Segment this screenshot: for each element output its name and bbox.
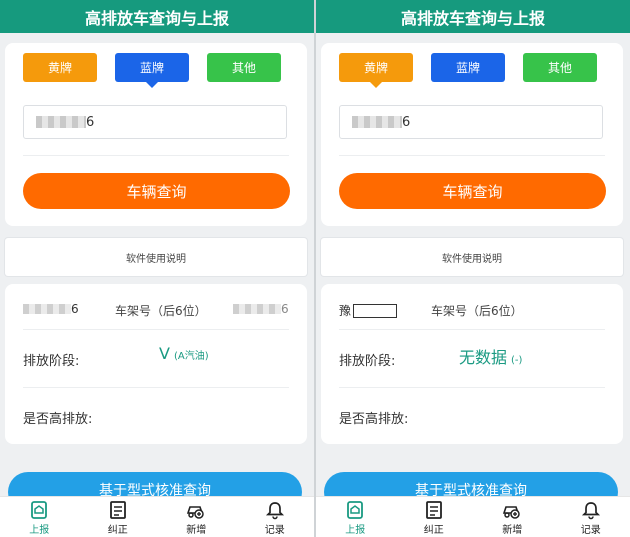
stage-sub: (-) [511, 355, 523, 366]
divider [23, 329, 289, 330]
bell-icon [581, 502, 600, 520]
report-icon [347, 501, 364, 519]
redacted-text [36, 116, 86, 128]
query-card: 黄牌 蓝牌 其他 6 车辆查询 [5, 43, 307, 226]
tab-bar: 上报 纠正 新增 记录 [0, 496, 314, 537]
correct-icon [425, 501, 442, 519]
correct-icon [109, 501, 126, 519]
vin-value: 6 [233, 302, 289, 316]
tab-label: 上报 [29, 525, 50, 536]
tab-label: 记录 [580, 525, 601, 536]
tab-correct[interactable]: 纠正 [88, 497, 148, 536]
plate-input-suffix: 6 [86, 114, 95, 130]
stage-sub: (A汽油) [173, 351, 209, 362]
tab-label: 记录 [264, 525, 285, 536]
vehicle-query-button[interactable]: 车辆查询 [23, 173, 290, 209]
blue-plate-button[interactable]: 蓝牌 [115, 53, 189, 88]
emission-stage-value: V (A汽油) [159, 344, 209, 363]
tab-records[interactable]: 记录 [245, 497, 305, 536]
emission-stage-value: 无数据 (-) [459, 344, 522, 368]
divider [339, 329, 605, 330]
add-vehicle-icon [503, 506, 520, 519]
page-title: 高排放车查询与上报 [0, 0, 314, 33]
divider [23, 387, 289, 388]
high-emission-row: 是否高排放: [23, 402, 289, 432]
result-plate-prefix: 豫 [339, 304, 352, 318]
yellow-plate-button[interactable]: 黄牌 [23, 53, 97, 82]
screen-right: 高排放车查询与上报 黄牌 蓝牌 其他 6 车辆查询 软件使用说明 豫 车架号（后… [316, 0, 630, 537]
divider [339, 387, 605, 388]
tab-label: 纠正 [423, 525, 444, 536]
result-plate: 6 [23, 302, 79, 316]
result-plate-suffix: 6 [71, 302, 79, 316]
tab-correct[interactable]: 纠正 [404, 497, 464, 536]
stage-main: V [159, 344, 170, 363]
emission-stage-row: 排放阶段: V (A汽油) [23, 344, 289, 374]
other-plate-button[interactable]: 其他 [207, 53, 281, 82]
help-link[interactable]: 软件使用说明 [5, 238, 307, 276]
vehicle-query-button[interactable]: 车辆查询 [339, 173, 606, 209]
query-card: 黄牌 蓝牌 其他 6 车辆查询 [321, 43, 623, 226]
vin-label: 车架号（后6位） [115, 304, 207, 318]
help-link[interactable]: 软件使用说明 [321, 238, 623, 276]
high-emission-label: 是否高排放: [23, 411, 93, 427]
tab-add[interactable]: 新增 [166, 497, 226, 536]
result-card: 6 车架号（后6位） 6 排放阶段: V (A汽油) 是否高排放: [5, 284, 307, 444]
tab-report[interactable]: 上报 [325, 497, 385, 536]
report-icon [31, 501, 48, 519]
tab-label: 纠正 [107, 525, 128, 536]
high-emission-label: 是否高排放: [339, 411, 409, 427]
redacted-text [23, 304, 71, 314]
screen-left: 高排放车查询与上报 黄牌 蓝牌 其他 6 车辆查询 软件使用说明 6 车架号（后… [0, 0, 314, 537]
bell-icon [265, 502, 284, 520]
tab-bar: 上报 纠正 新增 记录 [316, 496, 630, 537]
plate-input-suffix: 6 [402, 114, 411, 130]
stage-main: 无数据 [459, 348, 508, 367]
result-plate: 豫 [339, 302, 398, 319]
plate-vin-row: 6 车架号（后6位） 6 [23, 296, 289, 324]
vin-value-suffix: 6 [281, 302, 289, 316]
emission-stage-label: 排放阶段: [339, 353, 396, 369]
tab-label: 新增 [502, 525, 523, 536]
redacted-text [352, 116, 402, 128]
tab-label: 上报 [345, 525, 366, 536]
divider [339, 155, 605, 156]
blue-plate-button[interactable]: 蓝牌 [431, 53, 505, 82]
tab-records[interactable]: 记录 [561, 497, 621, 536]
redacted-text [233, 304, 281, 314]
redacted-box [353, 303, 398, 318]
plate-vin-row: 豫 车架号（后6位） [339, 296, 605, 324]
result-card: 豫 车架号（后6位） 排放阶段: 无数据 (-) 是否高排放: [321, 284, 623, 444]
divider [23, 155, 289, 156]
emission-stage-row: 排放阶段: 无数据 (-) [339, 344, 605, 374]
high-emission-row: 是否高排放: [339, 402, 605, 432]
emission-stage-label: 排放阶段: [23, 353, 80, 369]
page-title: 高排放车查询与上报 [316, 0, 630, 33]
plate-number-input[interactable]: 6 [23, 105, 287, 139]
tab-label: 新增 [186, 525, 207, 536]
screens: 高排放车查询与上报 黄牌 蓝牌 其他 6 车辆查询 软件使用说明 6 车架号（后… [0, 0, 630, 537]
add-vehicle-icon [187, 506, 204, 519]
yellow-plate-button[interactable]: 黄牌 [339, 53, 413, 88]
plate-number-input[interactable]: 6 [339, 105, 603, 139]
vin-label: 车架号（后6位） [431, 304, 523, 318]
other-plate-button[interactable]: 其他 [523, 53, 597, 82]
tab-report[interactable]: 上报 [9, 497, 69, 536]
tab-add[interactable]: 新增 [482, 497, 542, 536]
